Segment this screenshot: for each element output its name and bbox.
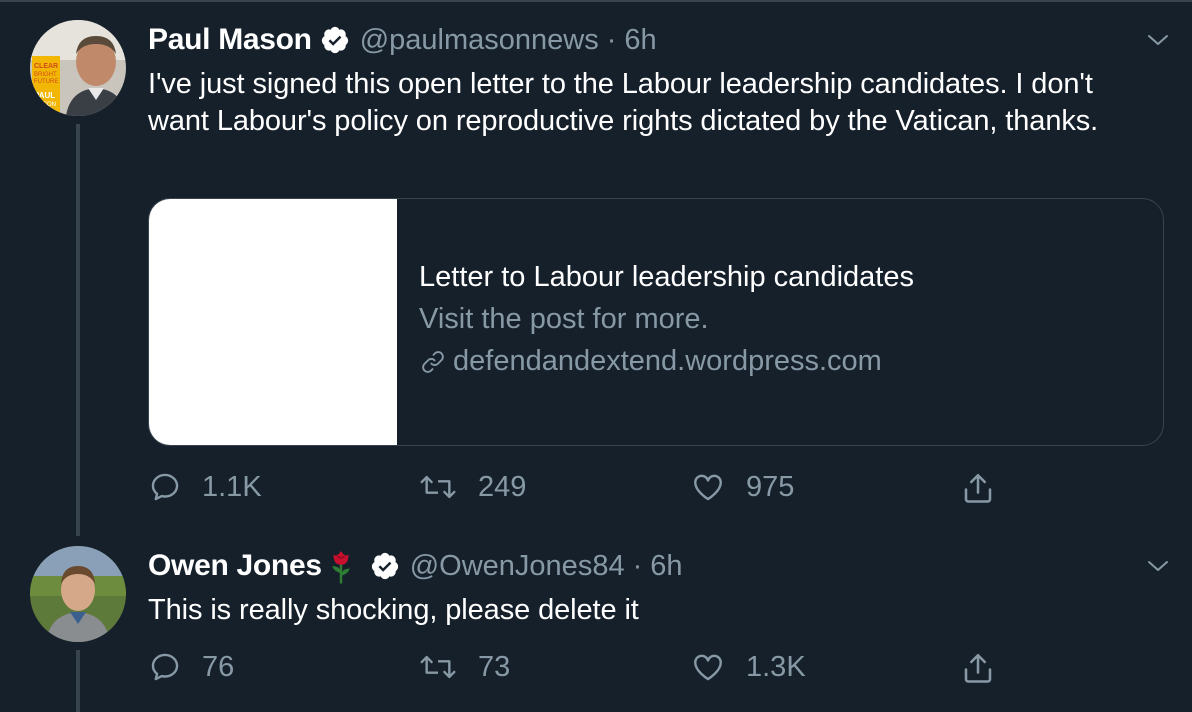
retweet-button[interactable]: 249 xyxy=(418,470,526,504)
retweet-icon xyxy=(420,475,456,499)
avatar-image: CLEAR BRIGHT FUTURE PAUL MASON xyxy=(30,20,126,116)
card-domain: defendandextend.wordpress.com xyxy=(453,345,882,377)
avatar-book-text: BRIGHT xyxy=(34,72,57,78)
card-description: Visit the post for more. xyxy=(419,303,709,335)
tweet-header: Paul Mason @paulmasonnews · 6h xyxy=(148,20,657,60)
avatar-book-text: MASON xyxy=(34,102,56,108)
tweet-text: I've just signed this open letter to the… xyxy=(148,68,1099,137)
like-button[interactable]: 1.3K xyxy=(690,650,806,684)
card-title: Letter to Labour leadership candidates xyxy=(419,261,914,293)
thread-connector-line xyxy=(76,124,80,536)
reply-button[interactable]: 76 xyxy=(148,650,234,684)
timestamp[interactable]: 6h xyxy=(624,24,656,57)
timestamp[interactable]: 6h xyxy=(650,550,682,583)
avatar-image xyxy=(30,546,126,642)
share-button[interactable] xyxy=(960,650,1016,686)
heart-icon xyxy=(694,654,722,681)
thread-connector-line xyxy=(76,650,80,712)
heart-icon xyxy=(694,474,722,501)
like-button[interactable]: 975 xyxy=(690,470,794,504)
link-card[interactable]: Letter to Labour leadership candidates V… xyxy=(148,198,1164,446)
verified-badge-icon xyxy=(371,552,398,580)
handle[interactable]: @paulmasonnews xyxy=(360,24,599,57)
reply-icon xyxy=(151,473,179,501)
retweet-button[interactable]: 73 xyxy=(418,650,510,684)
share-icon xyxy=(964,653,992,683)
retweet-count: 73 xyxy=(478,650,511,683)
reply-button[interactable]: 1.1K xyxy=(148,470,262,504)
separator-dot: · xyxy=(606,23,617,56)
avatar-owen-jones[interactable] xyxy=(30,546,126,642)
tweet-text: This is really shocking, please delete i… xyxy=(148,594,639,626)
like-count: 1.3K xyxy=(746,650,806,683)
display-name[interactable]: Paul Mason xyxy=(148,23,312,57)
avatar-book-text: FUTURE xyxy=(34,79,58,85)
retweet-icon xyxy=(420,655,456,679)
reply-icon xyxy=(151,653,179,681)
like-count: 975 xyxy=(746,470,795,503)
handle[interactable]: @OwenJones84 xyxy=(410,550,625,583)
top-divider xyxy=(0,0,1192,2)
avatar-book-text: CLEAR xyxy=(34,63,58,70)
chevron-down-icon[interactable] xyxy=(1146,554,1170,578)
rose-emoji-icon xyxy=(331,551,350,584)
card-domain-row: defendandextend.wordpress.com xyxy=(419,345,882,378)
verified-badge-icon xyxy=(321,26,348,54)
display-name[interactable]: Owen Jones xyxy=(148,549,322,583)
avatar-paul-mason[interactable]: CLEAR BRIGHT FUTURE PAUL MASON xyxy=(30,20,126,116)
reply-count: 76 xyxy=(202,650,235,683)
card-thumbnail xyxy=(149,199,397,445)
reply-count: 1.1K xyxy=(202,470,262,503)
link-icon xyxy=(422,350,444,373)
separator-dot: · xyxy=(632,549,643,582)
share-button[interactable] xyxy=(960,470,1016,506)
share-icon xyxy=(964,473,992,503)
tweet-header: Owen Jones @OwenJones84 · 6h xyxy=(148,546,683,586)
avatar-book-text: PAUL xyxy=(34,91,55,100)
retweet-count: 249 xyxy=(478,470,527,503)
chevron-down-icon[interactable] xyxy=(1146,28,1170,52)
